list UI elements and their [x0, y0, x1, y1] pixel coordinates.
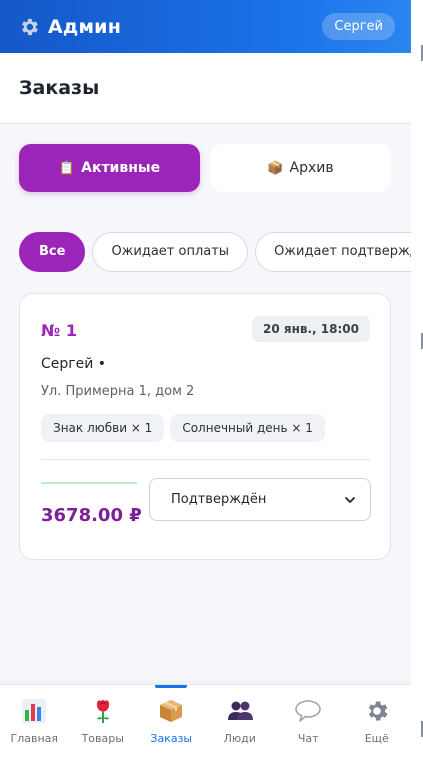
tab-archive-label: Архив — [289, 160, 334, 176]
people-icon — [226, 697, 254, 725]
order-status-value: Подтверждён — [171, 492, 267, 507]
app-title: Админ — [48, 15, 122, 38]
clipboard-icon: 📋 — [58, 160, 76, 176]
window-edge — [411, 0, 423, 758]
nav-label-people: Люди — [223, 732, 256, 745]
order-address: Ул. Примерна 1, дом 2 — [41, 384, 195, 399]
order-progress-fill — [41, 482, 137, 484]
card-divider — [41, 459, 370, 460]
filter-chip-awaiting-payment[interactable]: Ожидает оплаты — [92, 232, 249, 272]
order-date-badge: 20 янв., 18:00 — [252, 316, 370, 342]
nav-item-more[interactable]: Ещё — [343, 685, 412, 758]
filter-chip-all[interactable]: Все — [19, 232, 86, 272]
nav-item-chat[interactable]: Чат — [274, 685, 343, 758]
chevron-down-icon — [345, 496, 355, 503]
filter-chip-awaiting-confirmation[interactable]: Ожидает подтверждения — [255, 232, 411, 272]
order-total: 3678.00 ₽ — [41, 505, 142, 526]
order-item-tag: Солнечный день × 1 — [170, 414, 325, 442]
gear-icon — [22, 18, 38, 35]
nav-label-orders: Заказы — [150, 732, 193, 745]
nav-item-home[interactable]: Главная — [0, 685, 69, 758]
nav-label-products: Товары — [81, 732, 124, 745]
nav-item-people[interactable]: Люди — [206, 685, 275, 758]
order-number: № 1 — [41, 321, 77, 340]
order-items: Знак любви × 1 Солнечный день × 1 — [41, 414, 331, 442]
chat-bubble-icon — [294, 697, 322, 725]
order-customer: Сергей • — [41, 356, 107, 372]
tab-archive[interactable]: 📦 Архив — [210, 144, 391, 192]
nav-label-chat: Чат — [297, 732, 319, 745]
tab-active-label: Активные — [81, 160, 161, 176]
package-icon — [157, 697, 185, 725]
nav-item-products[interactable]: Товары — [69, 685, 138, 758]
status-filter-bar: ВсеОжидает оплатыОжидает подтверждения — [19, 232, 411, 272]
top-bar: Админ Сергей — [0, 0, 411, 53]
nav-label-home: Главная — [10, 732, 58, 745]
page-header: Заказы — [0, 53, 411, 124]
order-card[interactable]: № 1 20 янв., 18:00 Сергей • Ул. Примерна… — [19, 293, 391, 560]
admin-app: Админ Сергей Заказы 📋 Активные 📦 Архив В… — [0, 0, 411, 758]
order-progress-bar — [41, 482, 137, 484]
bottom-nav: Главная Товары Заказы Люди Чат Ещё — [0, 684, 411, 758]
page-title: Заказы — [19, 77, 100, 99]
nav-label-more: Ещё — [364, 732, 389, 745]
package-icon: 📦 — [267, 160, 284, 176]
tab-active[interactable]: 📋 Активные — [19, 144, 200, 192]
user-chip[interactable]: Сергей — [322, 13, 395, 40]
rose-icon — [89, 697, 117, 725]
gear-icon — [363, 697, 391, 725]
order-status-select[interactable]: Подтверждён — [149, 478, 371, 521]
nav-item-orders[interactable]: Заказы — [137, 685, 206, 758]
chart-icon — [20, 697, 48, 725]
order-item-tag: Знак любви × 1 — [41, 414, 165, 442]
